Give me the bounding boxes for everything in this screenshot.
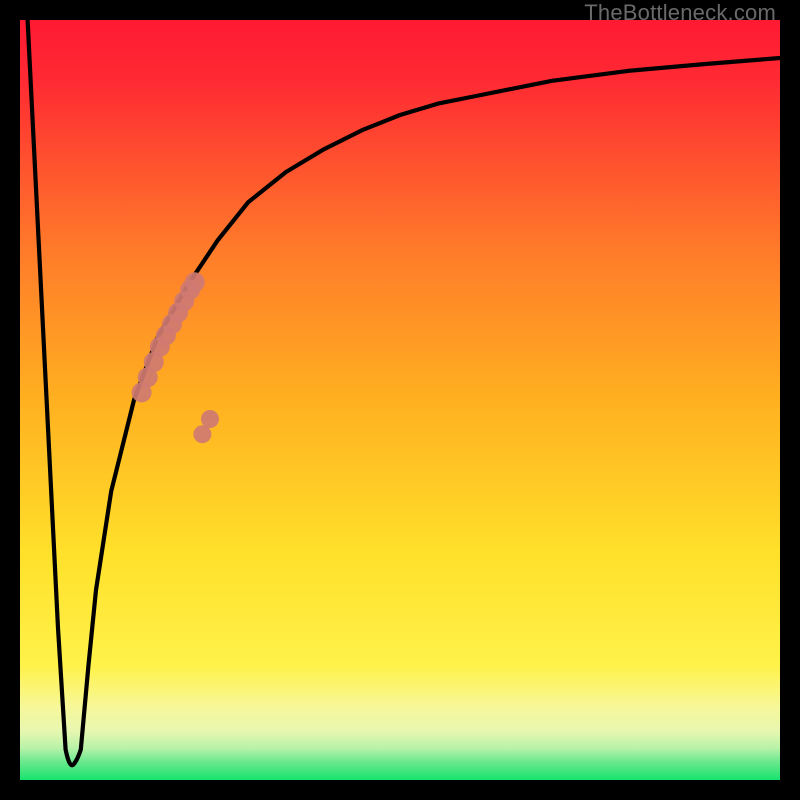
watermark-text: TheBottleneck.com: [584, 0, 776, 26]
plot-area: [20, 20, 780, 780]
marker-dot: [201, 410, 219, 428]
chart-stage: TheBottleneck.com: [0, 0, 800, 800]
highlight-markers: [20, 20, 780, 780]
marker-dot: [185, 272, 205, 292]
